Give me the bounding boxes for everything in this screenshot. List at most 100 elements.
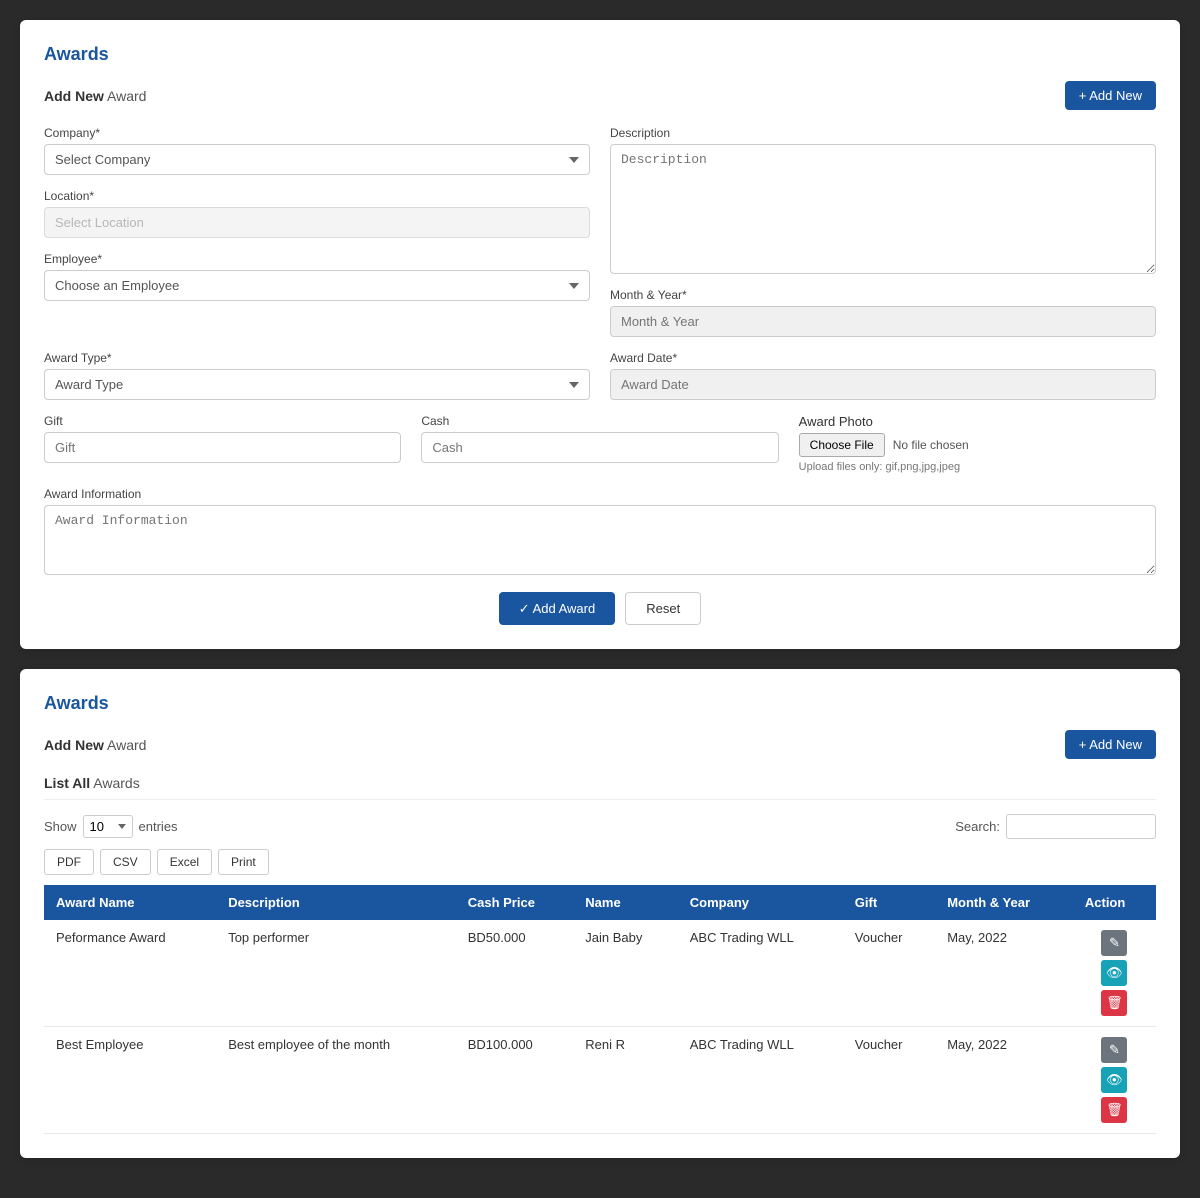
description-group: Description bbox=[610, 126, 1156, 274]
no-file-text: No file chosen bbox=[893, 438, 969, 452]
entries-label: entries bbox=[139, 819, 178, 834]
employee-select[interactable]: Choose an Employee bbox=[44, 270, 590, 301]
awards-form-panel: Awards Add New Award + Add New Company* … bbox=[20, 20, 1180, 649]
award-date-label: Award Date* bbox=[610, 351, 1156, 365]
panel1-title: Awards bbox=[44, 44, 1156, 65]
cell-company: ABC Trading WLL bbox=[678, 1027, 843, 1134]
col-month-year: Month & Year bbox=[935, 885, 1073, 920]
company-label: Company* bbox=[44, 126, 590, 140]
description-textarea[interactable] bbox=[610, 144, 1156, 274]
award-photo-label: Award Photo bbox=[799, 414, 1156, 429]
pdf-button[interactable]: PDF bbox=[44, 849, 94, 875]
csv-button[interactable]: CSV bbox=[100, 849, 151, 875]
col-description: Description bbox=[216, 885, 456, 920]
table-row: Peformance Award Top performer BD50.000 … bbox=[44, 920, 1156, 1027]
form-section-header: Add New Award + Add New bbox=[44, 81, 1156, 110]
file-upload-row: Choose File No file chosen bbox=[799, 433, 1156, 457]
award-type-label: Award Type* bbox=[44, 351, 590, 365]
cell-gift: Voucher bbox=[843, 1027, 935, 1134]
edit-button[interactable]: ✎ bbox=[1101, 1037, 1127, 1063]
list-section-label: Add New Award bbox=[44, 737, 146, 753]
cell-action: ✎ 👁 🗑 bbox=[1073, 920, 1156, 1027]
cash-group: Cash bbox=[421, 414, 778, 473]
employee-label: Employee* bbox=[44, 252, 590, 266]
search-input[interactable] bbox=[1006, 814, 1156, 839]
location-group: Location* Select Location bbox=[44, 189, 590, 238]
table-controls-top: Show 10 25 50 100 entries Search: bbox=[44, 814, 1156, 839]
location-select[interactable]: Select Location bbox=[44, 207, 590, 238]
company-group: Company* Select Company bbox=[44, 126, 590, 175]
month-year-input[interactable] bbox=[610, 306, 1156, 337]
list-title: List All Awards bbox=[44, 775, 1156, 800]
table-row: Best Employee Best employee of the month… bbox=[44, 1027, 1156, 1134]
award-date-input[interactable] bbox=[610, 369, 1156, 400]
cash-input[interactable] bbox=[421, 432, 778, 463]
panel2-title: Awards bbox=[44, 693, 1156, 714]
form-section-label: Add New Award bbox=[44, 88, 146, 104]
edit-button[interactable]: ✎ bbox=[1101, 930, 1127, 956]
location-label: Location* bbox=[44, 189, 590, 203]
export-buttons-row: PDF CSV Excel Print bbox=[44, 849, 1156, 875]
action-buttons: ✎ 👁 🗑 bbox=[1085, 930, 1144, 1016]
cell-month-year: May, 2022 bbox=[935, 920, 1073, 1027]
awards-list-panel: Awards Add New Award + Add New List All … bbox=[20, 669, 1180, 1158]
add-new-button-list[interactable]: + Add New bbox=[1065, 730, 1156, 759]
excel-button[interactable]: Excel bbox=[157, 849, 212, 875]
add-new-button-form[interactable]: + Add New bbox=[1065, 81, 1156, 110]
award-date-group: Award Date* bbox=[610, 351, 1156, 400]
table-head: Award Name Description Cash Price Name C… bbox=[44, 885, 1156, 920]
cell-name: Reni R bbox=[573, 1027, 678, 1134]
cell-action: ✎ 👁 🗑 bbox=[1073, 1027, 1156, 1134]
award-info-group: Award Information bbox=[44, 487, 1156, 578]
award-type-select[interactable]: Award Type bbox=[44, 369, 590, 400]
cell-cash-price: BD100.000 bbox=[456, 1027, 574, 1134]
delete-button[interactable]: 🗑 bbox=[1101, 990, 1127, 1016]
cell-month-year: May, 2022 bbox=[935, 1027, 1073, 1134]
choose-file-button[interactable]: Choose File bbox=[799, 433, 885, 457]
awards-table: Award Name Description Cash Price Name C… bbox=[44, 885, 1156, 1134]
col-company: Company bbox=[678, 885, 843, 920]
show-entries-control: Show 10 25 50 100 entries bbox=[44, 815, 178, 838]
description-label: Description bbox=[610, 126, 1156, 140]
award-type-group: Award Type* Award Type bbox=[44, 351, 590, 400]
view-button[interactable]: 👁 bbox=[1101, 960, 1127, 986]
list-section-header: Add New Award + Add New bbox=[44, 730, 1156, 759]
col-action: Action bbox=[1073, 885, 1156, 920]
form-row-gift-cash-photo: Gift Cash Award Photo Choose File No fil… bbox=[44, 414, 1156, 473]
form-actions: ✓ Add Award Reset bbox=[44, 592, 1156, 625]
cell-gift: Voucher bbox=[843, 920, 935, 1027]
col-cash-price: Cash Price bbox=[456, 885, 574, 920]
cell-award-name: Best Employee bbox=[44, 1027, 216, 1134]
employee-group: Employee* Choose an Employee bbox=[44, 252, 590, 301]
cell-name: Jain Baby bbox=[573, 920, 678, 1027]
add-award-button[interactable]: ✓ Add Award bbox=[499, 592, 615, 625]
print-button[interactable]: Print bbox=[218, 849, 269, 875]
cash-label: Cash bbox=[421, 414, 778, 428]
cell-award-name: Peformance Award bbox=[44, 920, 216, 1027]
cell-cash-price: BD50.000 bbox=[456, 920, 574, 1027]
cell-description: Best employee of the month bbox=[216, 1027, 456, 1134]
table-body: Peformance Award Top performer BD50.000 … bbox=[44, 920, 1156, 1134]
search-label: Search: bbox=[955, 819, 1000, 834]
gift-label: Gift bbox=[44, 414, 401, 428]
upload-hint: Upload files only: gif,png,jpg,jpeg bbox=[799, 461, 1156, 473]
award-info-textarea[interactable] bbox=[44, 505, 1156, 575]
form-row-type-date: Award Type* Award Type Award Date* bbox=[44, 351, 1156, 400]
col-award-name: Award Name bbox=[44, 885, 216, 920]
entries-select[interactable]: 10 25 50 100 bbox=[83, 815, 133, 838]
gift-input[interactable] bbox=[44, 432, 401, 463]
reset-button[interactable]: Reset bbox=[625, 592, 701, 625]
month-year-group: Month & Year* bbox=[610, 288, 1156, 337]
form-right-col: Description Month & Year* bbox=[610, 126, 1156, 337]
gift-group: Gift bbox=[44, 414, 401, 473]
col-name: Name bbox=[573, 885, 678, 920]
view-button[interactable]: 👁 bbox=[1101, 1067, 1127, 1093]
cell-company: ABC Trading WLL bbox=[678, 920, 843, 1027]
month-year-label: Month & Year* bbox=[610, 288, 1156, 302]
show-label: Show bbox=[44, 819, 77, 834]
award-photo-group: Award Photo Choose File No file chosen U… bbox=[799, 414, 1156, 473]
col-gift: Gift bbox=[843, 885, 935, 920]
company-select[interactable]: Select Company bbox=[44, 144, 590, 175]
table-header-row: Award Name Description Cash Price Name C… bbox=[44, 885, 1156, 920]
delete-button[interactable]: 🗑 bbox=[1101, 1097, 1127, 1123]
